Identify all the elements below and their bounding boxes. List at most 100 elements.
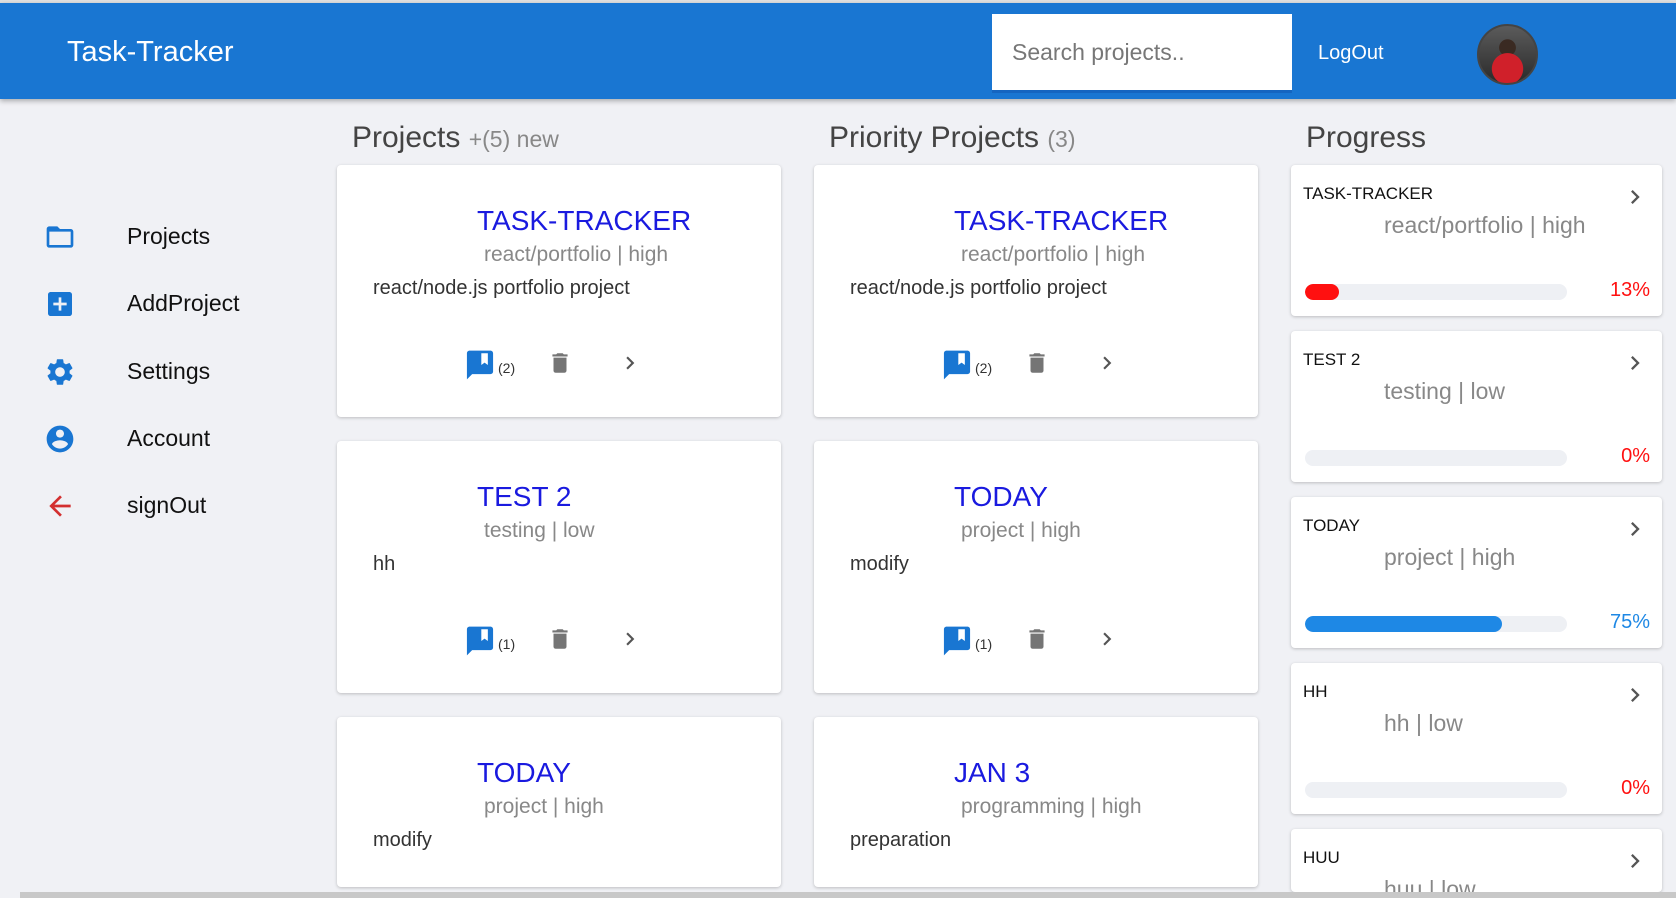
- sidebar-item-label: signOut: [127, 492, 207, 518]
- open-project-button[interactable]: [1094, 348, 1124, 388]
- priority-title: Priority Projects: [829, 121, 1040, 154]
- progress-project-name: HH: [1303, 682, 1328, 701]
- progress-bar: [1305, 616, 1567, 632]
- sidebar-item-label: Settings: [127, 358, 211, 384]
- projects-new-count: +(5) new: [468, 126, 559, 152]
- progress-percent: 13%: [1609, 279, 1650, 301]
- sidebar-item-settings[interactable]: Settings: [40, 346, 300, 396]
- priority-project-card[interactable]: JAN 3 programming | high preparation: [814, 717, 1258, 887]
- horizontal-scrollbar[interactable]: [20, 892, 1676, 898]
- chevron-right-icon: [1631, 688, 1640, 702]
- project-card-title[interactable]: TODAY: [477, 757, 571, 789]
- progress-bar-fill: [1305, 616, 1502, 632]
- open-project-button[interactable]: [617, 348, 647, 388]
- project-card-meta: react/portfolio | high: [484, 243, 669, 266]
- search-box[interactable]: [992, 14, 1292, 93]
- sidebar-item-account[interactable]: Account: [40, 413, 300, 463]
- chevron-right-icon: [1103, 632, 1112, 646]
- delete-button[interactable]: [1024, 624, 1054, 664]
- trash-icon: [552, 629, 568, 649]
- project-card-title[interactable]: TEST 2: [477, 481, 571, 513]
- project-card-title[interactable]: JAN 3: [954, 757, 1030, 789]
- delete-button[interactable]: [547, 624, 577, 664]
- progress-project-meta: react/portfolio | high: [1384, 212, 1586, 238]
- project-card-description: hh: [373, 553, 396, 575]
- progress-project-name: TASK-TRACKER: [1303, 184, 1434, 203]
- chevron-right-icon: [1631, 190, 1640, 204]
- open-project-button[interactable]: [617, 624, 647, 664]
- sidebar-item-label: Projects: [127, 223, 211, 249]
- arrow-left-icon: [44, 490, 76, 522]
- progress-bar: [1305, 450, 1567, 466]
- chevron-right-icon: [626, 632, 635, 646]
- chevron-right-icon: [1631, 854, 1640, 868]
- open-progress-button[interactable]: [1621, 845, 1649, 882]
- progress-card[interactable]: HH hh | low 0%: [1291, 663, 1662, 814]
- delete-button[interactable]: [1024, 348, 1054, 388]
- project-card-title[interactable]: TODAY: [954, 481, 1048, 513]
- open-project-button[interactable]: [1094, 624, 1124, 664]
- bookmark-comment-icon: [943, 350, 971, 380]
- progress-card[interactable]: TODAY project | high 75%: [1291, 497, 1662, 648]
- trash-icon: [552, 353, 568, 373]
- progress-project-meta: project | high: [1384, 544, 1516, 570]
- progress-project-meta: hh | low: [1384, 710, 1463, 736]
- priority-project-card[interactable]: TODAY project | high modify (1): [814, 441, 1258, 693]
- chevron-right-icon: [1631, 356, 1640, 370]
- sidebar-item-signout[interactable]: signOut: [40, 480, 300, 530]
- notes-button[interactable]: (1): [941, 624, 1001, 664]
- progress-project-name: TEST 2: [1303, 350, 1361, 369]
- search-input[interactable]: [992, 14, 1292, 90]
- project-card-description: modify: [850, 553, 909, 575]
- project-card[interactable]: TEST 2 testing | low hh (1): [337, 441, 781, 693]
- app-title[interactable]: Task-Tracker: [67, 36, 234, 69]
- chevron-right-icon: [626, 356, 635, 370]
- project-card[interactable]: TASK-TRACKER react/portfolio | high reac…: [337, 165, 781, 417]
- project-card-title[interactable]: TASK-TRACKER: [477, 205, 691, 237]
- avatar[interactable]: [1477, 24, 1538, 85]
- project-card-meta: programming | high: [961, 795, 1142, 818]
- open-progress-button[interactable]: [1621, 679, 1649, 716]
- progress-bar: [1305, 782, 1567, 798]
- progress-project-meta: testing | low: [1384, 378, 1506, 404]
- open-progress-button[interactable]: [1621, 181, 1649, 218]
- projects-title: Projects: [352, 121, 461, 154]
- project-card-description: react/node.js portfolio project: [373, 277, 630, 299]
- progress-section-title: Progress: [1306, 121, 1426, 155]
- add-box-icon: [44, 288, 76, 320]
- sidebar-item-addproject[interactable]: AddProject: [40, 278, 300, 328]
- progress-project-name: HUU: [1303, 848, 1340, 867]
- notes-button[interactable]: (2): [941, 348, 1001, 388]
- delete-button[interactable]: [547, 348, 577, 388]
- progress-card[interactable]: TASK-TRACKER react/portfolio | high 13%: [1291, 165, 1662, 316]
- notes-button[interactable]: (1): [464, 624, 524, 664]
- project-card-title[interactable]: TASK-TRACKER: [954, 205, 1168, 237]
- progress-percent: 75%: [1609, 611, 1650, 633]
- priority-project-card[interactable]: TASK-TRACKER react/portfolio | high reac…: [814, 165, 1258, 417]
- open-progress-button[interactable]: [1621, 347, 1649, 384]
- chevron-right-icon: [1631, 522, 1640, 536]
- progress-card[interactable]: TEST 2 testing | low 0%: [1291, 331, 1662, 482]
- trash-icon: [1029, 629, 1045, 649]
- notes-count: (1): [498, 636, 516, 652]
- progress-card[interactable]: HUU huu | low: [1291, 829, 1662, 892]
- bookmark-comment-icon: [466, 626, 494, 656]
- progress-bar: [1305, 284, 1567, 300]
- bookmark-comment-icon: [943, 626, 971, 656]
- folder-icon: [44, 221, 76, 253]
- notes-button[interactable]: (2): [464, 348, 524, 388]
- project-card-description: modify: [373, 829, 432, 851]
- logout-button[interactable]: LogOut: [1318, 42, 1384, 65]
- notes-count: (1): [975, 636, 993, 652]
- project-card-meta: react/portfolio | high: [961, 243, 1146, 266]
- sidebar-item-label: AddProject: [127, 290, 240, 316]
- account-circle-icon: [44, 423, 76, 455]
- project-card-meta: project | high: [484, 795, 604, 818]
- priority-count: (3): [1047, 126, 1076, 152]
- project-card[interactable]: TODAY project | high modify: [337, 717, 781, 887]
- open-progress-button[interactable]: [1621, 513, 1649, 550]
- progress-project-name: TODAY: [1303, 516, 1360, 535]
- project-card-description: preparation: [850, 829, 952, 851]
- sidebar-item-projects[interactable]: Projects: [40, 211, 300, 261]
- app-bar: Task-Tracker LogOut: [0, 3, 1676, 99]
